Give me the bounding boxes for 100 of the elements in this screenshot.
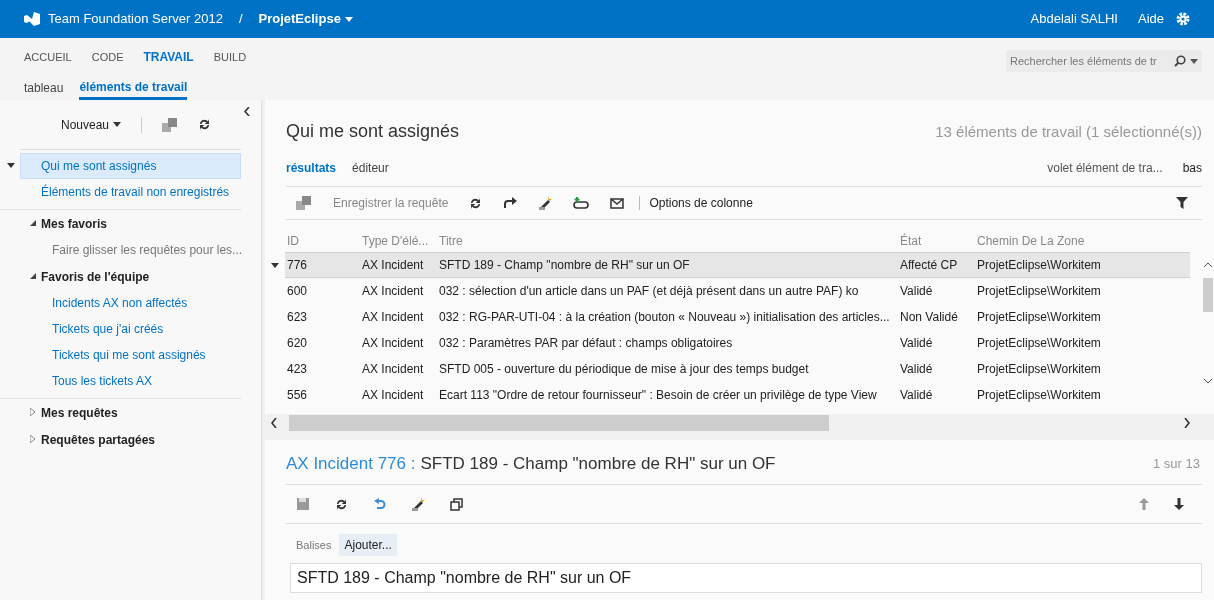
- table-cell-text: 620: [286, 335, 309, 352]
- table-cell-text: Validé: [899, 283, 934, 300]
- down-arrow-icon[interactable]: [1174, 498, 1184, 510]
- save-icon[interactable]: [162, 117, 179, 132]
- sub-tab[interactable]: tableau: [24, 76, 64, 100]
- collapse-triangle-icon[interactable]: [30, 220, 36, 226]
- hint-text: Faire glisser les requêtes pour les...: [52, 242, 243, 259]
- table-cell-text: ProjetEclipse\Workitem: [976, 257, 1102, 274]
- user-name[interactable]: Abdelali SALHI: [1030, 9, 1118, 29]
- folder-header[interactable]: Mes favoris: [20, 214, 108, 233]
- save-query-button[interactable]: Enregistrer la requête: [333, 194, 449, 212]
- table-cell-text: AX Incident: [361, 257, 425, 274]
- expand-arrow-icon[interactable]: [7, 163, 15, 168]
- query-item[interactable]: Tous les tickets AX: [52, 372, 153, 390]
- nav-tab[interactable]: BUILD: [213, 48, 247, 66]
- table-cell-text: 556: [286, 387, 309, 404]
- selected-row-highlight[interactable]: [285, 252, 1190, 278]
- table-cell-text: ProjetEclipse\Workitem: [976, 387, 1102, 404]
- table-cell-text: AX Incident: [361, 335, 425, 352]
- query-item[interactable]: Qui me sont assignés: [20, 153, 241, 179]
- pane-label: volet élément de tra...: [1047, 160, 1163, 177]
- breadcrumb-separator: /: [238, 10, 243, 29]
- table-cell-text: SFTD 189 - Champ "nombre de RH" sur un OF: [438, 257, 691, 274]
- table-cell-text: ProjetEclipse\Workitem: [976, 335, 1102, 352]
- caret-icon: [1190, 58, 1198, 64]
- scroll-up-icon: [1204, 262, 1212, 267]
- table-cell-text: ProjetEclipse\Workitem: [976, 309, 1102, 326]
- table-cell-text: 032 : RG-PAR-UTI-04 : à la création (bouton « Nouveau ») initialisation des articles...: [438, 309, 891, 326]
- column-header[interactable]: ID: [285, 232, 360, 250]
- work-item-link[interactable]: AX Incident 776 :: [286, 450, 416, 477]
- table-cell-text: Affecté CP: [899, 257, 959, 274]
- table-cell-text: Validé: [899, 361, 934, 378]
- scroll-down-icon: [1204, 379, 1212, 384]
- table-cell-text: AX Incident: [361, 361, 425, 378]
- help-link[interactable]: Aide: [1137, 9, 1164, 29]
- save-icon[interactable]: [296, 497, 310, 511]
- horizontal-scrollbar[interactable]: [265, 414, 1214, 432]
- refresh-icon[interactable]: [335, 497, 348, 511]
- table-cell-text: 423: [286, 361, 309, 378]
- add-tag-button[interactable]: Ajouter...: [339, 534, 397, 556]
- column-header[interactable]: Titre: [437, 232, 898, 250]
- caret-icon: [344, 16, 353, 22]
- filter-icon[interactable]: [1176, 197, 1188, 209]
- table-cell-text: Ecart 113 "Ordre de retour fournisseur" : Besoin de créer un privilège de type View: [438, 387, 878, 404]
- table-cell-text: SFTD 005 - ouverture du périodique de mise à jour des temps budget: [438, 361, 810, 378]
- product-name: Team Foundation Server 2012: [48, 10, 223, 29]
- table-cell-text: Validé: [899, 387, 934, 404]
- caret-icon: [113, 122, 122, 127]
- link-icon[interactable]: [573, 197, 590, 209]
- project-dropdown[interactable]: ProjetEclipse: [258, 9, 353, 29]
- table-cell-text: AX Incident: [361, 309, 425, 326]
- row-arrow-icon[interactable]: [271, 262, 279, 268]
- copy-icon[interactable]: [450, 497, 463, 511]
- new-button[interactable]: Nouveau: [40, 115, 122, 134]
- table-cell-text: 623: [286, 309, 309, 326]
- table-cell-text: 032 : sélection d'un article dans un PAF (et déjà présent dans un autre PAF) ko: [438, 283, 860, 300]
- query-item[interactable]: Éléments de travail non enregistrés: [20, 179, 241, 205]
- view-tab[interactable]: éditeur: [352, 159, 389, 177]
- folder-header[interactable]: Requêtes partagées: [20, 430, 156, 449]
- table-cell-text: ProjetEclipse\Workitem: [976, 361, 1102, 378]
- redo-icon[interactable]: [503, 197, 518, 209]
- query-item[interactable]: Tickets qui me sont assignés: [52, 346, 206, 364]
- item-count: 13 éléments de travail (1 sélectionné(s)): [935, 121, 1202, 142]
- up-arrow-icon[interactable]: [1139, 498, 1149, 510]
- view-tab[interactable]: résultats: [286, 159, 337, 177]
- column-header[interactable]: État: [898, 232, 975, 250]
- pane-position[interactable]: bas: [1182, 159, 1202, 177]
- collapse-icon[interactable]: [244, 107, 250, 116]
- search-icon: [1174, 55, 1186, 67]
- nav-tab[interactable]: CODE: [91, 48, 124, 66]
- pencil-icon[interactable]: [538, 196, 553, 210]
- item-position: 1 sur 13: [1153, 454, 1201, 473]
- undo-icon[interactable]: [373, 497, 386, 511]
- query-item[interactable]: Incidents AX non affectés: [52, 294, 188, 312]
- scroll-thumb[interactable]: [1203, 278, 1213, 312]
- table-cell-text: AX Incident: [361, 283, 425, 300]
- pencil-icon[interactable]: [411, 497, 425, 511]
- column-header[interactable]: Chemin De La Zone: [975, 232, 1202, 250]
- table-cell-text: 600: [286, 283, 309, 300]
- refresh-icon[interactable]: [198, 118, 212, 131]
- column-header[interactable]: Type D'élé...: [360, 232, 437, 250]
- refresh-icon[interactable]: [469, 196, 483, 210]
- column-options-button[interactable]: Options de colonne: [649, 194, 753, 212]
- title-field[interactable]: SFTD 189 - Champ "nombre de RH" sur un OF: [290, 563, 1202, 593]
- expand-triangle-icon[interactable]: [30, 408, 35, 416]
- collapse-triangle-icon[interactable]: [30, 273, 36, 279]
- table-cell-text: AX Incident: [361, 387, 425, 404]
- scroll-thumb[interactable]: [289, 415, 829, 431]
- logo-icon: [24, 12, 40, 26]
- nav-tab[interactable]: TRAVAIL: [143, 48, 194, 66]
- mail-icon[interactable]: [610, 197, 625, 209]
- folder-header[interactable]: Favoris de l'équipe: [20, 267, 150, 286]
- query-title: Qui me sont assignés: [286, 120, 460, 143]
- nav-tab[interactable]: ACCUEIL: [24, 48, 72, 66]
- expand-triangle-icon[interactable]: [30, 435, 35, 443]
- save-icon[interactable]: [296, 196, 312, 210]
- folder-header[interactable]: Mes requêtes: [20, 403, 118, 422]
- settings-icon[interactable]: [1176, 12, 1190, 26]
- table-cell-text: Validé: [899, 335, 934, 352]
- query-item[interactable]: Tickets que j'ai créés: [52, 320, 164, 338]
